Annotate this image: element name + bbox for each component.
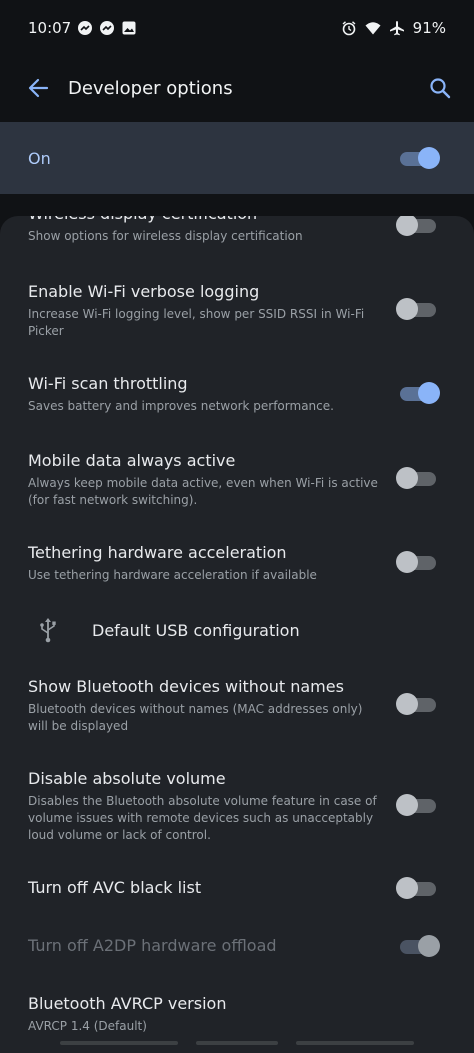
toggle-mobile-data-always-active[interactable] (396, 467, 438, 489)
setting-subtitle: AVRCP 1.4 (Default) (28, 1019, 147, 1033)
toggle-thumb (396, 551, 418, 573)
setting-subtitle: Increase Wi-Fi logging level, show per S… (28, 307, 365, 338)
setting-title: Turn off A2DP hardware offload (28, 936, 277, 955)
alarm-icon (342, 21, 356, 36)
toggle-thumb (396, 467, 418, 489)
page-title: Developer options (68, 77, 233, 99)
toggle-turn-off-a2dp-hardware-offload (400, 935, 440, 957)
nav-handle-right (296, 1041, 414, 1045)
setting-title: Disable absolute volume (28, 769, 226, 788)
back-arrow-icon (28, 78, 49, 98)
toggle-thumb (396, 298, 418, 320)
toggle-thumb (396, 693, 418, 715)
setting-wifi-scan-throttling[interactable]: Wi-Fi scan throttling Saves battery and … (28, 373, 446, 415)
toggle-turn-off-avc-black-list[interactable] (396, 877, 438, 899)
setting-turn-off-a2dp-hardware-offload: Turn off A2DP hardware offload (28, 935, 446, 957)
toggle-wifi-scan-throttling[interactable] (400, 382, 440, 404)
usb-icon (40, 618, 56, 643)
toggle-wifi-verbose-logging[interactable] (396, 298, 438, 320)
setting-wifi-verbose-logging[interactable]: Enable Wi-Fi verbose logging Increase Wi… (28, 281, 446, 340)
setting-subtitle: Disables the Bluetooth absolute volume f… (28, 794, 377, 842)
setting-bluetooth-avrcp-version[interactable]: Bluetooth AVRCP version AVRCP 1.4 (Defau… (28, 993, 446, 1035)
search-button[interactable] (426, 74, 454, 102)
toggle-disable-absolute-volume[interactable] (396, 794, 438, 816)
settings-list: Wireless display certification Show opti… (0, 216, 474, 1053)
setting-default-usb-configuration[interactable]: Default USB configuration (38, 616, 446, 644)
status-right: 91% (341, 19, 446, 37)
status-bar: 10:07 91% (0, 0, 474, 56)
wifi-icon (365, 22, 381, 35)
setting-title: Bluetooth AVRCP version (28, 994, 227, 1013)
setting-subtitle: Saves battery and improves network perfo… (28, 399, 334, 413)
messenger-icon (100, 21, 115, 35)
toggle-wireless-display-certification[interactable] (396, 216, 438, 236)
setting-turn-off-avc-black-list[interactable]: Turn off AVC black list (28, 877, 446, 899)
setting-subtitle: Always keep mobile data active, even whe… (28, 476, 378, 507)
airplane-icon (389, 21, 404, 36)
toggle-thumb (396, 794, 418, 816)
setting-title: Show Bluetooth devices without names (28, 677, 344, 696)
toggle-thumb (396, 877, 418, 899)
setting-title: Enable Wi-Fi verbose logging (28, 282, 260, 301)
setting-show-bluetooth-without-names[interactable]: Show Bluetooth devices without names Blu… (28, 676, 446, 735)
toggle-thumb (418, 935, 440, 957)
nav-handle-center (196, 1041, 278, 1045)
master-toggle[interactable] (400, 147, 440, 169)
setting-title: Tethering hardware acceleration (28, 543, 287, 562)
toggle-thumb (396, 216, 418, 236)
setting-title: Wi-Fi scan throttling (28, 374, 188, 393)
setting-subtitle: Show options for wireless display certif… (28, 229, 303, 243)
setting-tethering-hardware-acceleration[interactable]: Tethering hardware acceleration Use teth… (28, 542, 446, 584)
setting-title: Wireless display certification (28, 216, 446, 225)
setting-title: Default USB configuration (92, 620, 300, 640)
screen: 10:07 91% Developer options On Show opti… (0, 0, 474, 1053)
gallery-icon (122, 21, 136, 35)
back-button[interactable] (24, 74, 52, 102)
battery-percent: 91% (412, 19, 446, 37)
master-switch-bar[interactable]: On (0, 122, 474, 194)
toggle-tethering-hardware-acceleration[interactable] (396, 551, 438, 573)
search-icon (430, 78, 451, 99)
setting-mobile-data-always-active[interactable]: Mobile data always active Always keep mo… (28, 450, 446, 509)
messenger-icon (78, 21, 93, 35)
toggle-thumb (418, 147, 440, 169)
master-switch-label: On (28, 148, 51, 168)
setting-title: Mobile data always active (28, 451, 236, 470)
app-bar: Developer options (0, 56, 474, 120)
setting-title: Turn off AVC black list (28, 878, 202, 897)
status-left: 10:07 (28, 19, 137, 37)
setting-wireless-display-certification[interactable]: Wireless display certification Show opti… (28, 216, 446, 245)
toggle-thumb (418, 382, 440, 404)
nav-handle-left (60, 1041, 178, 1045)
setting-subtitle: Bluetooth devices without names (MAC add… (28, 702, 363, 733)
setting-disable-absolute-volume[interactable]: Disable absolute volume Disables the Blu… (28, 768, 446, 844)
toggle-show-bluetooth-without-names[interactable] (396, 693, 438, 715)
setting-subtitle: Use tethering hardware acceleration if a… (28, 568, 317, 582)
status-time: 10:07 (28, 19, 72, 37)
